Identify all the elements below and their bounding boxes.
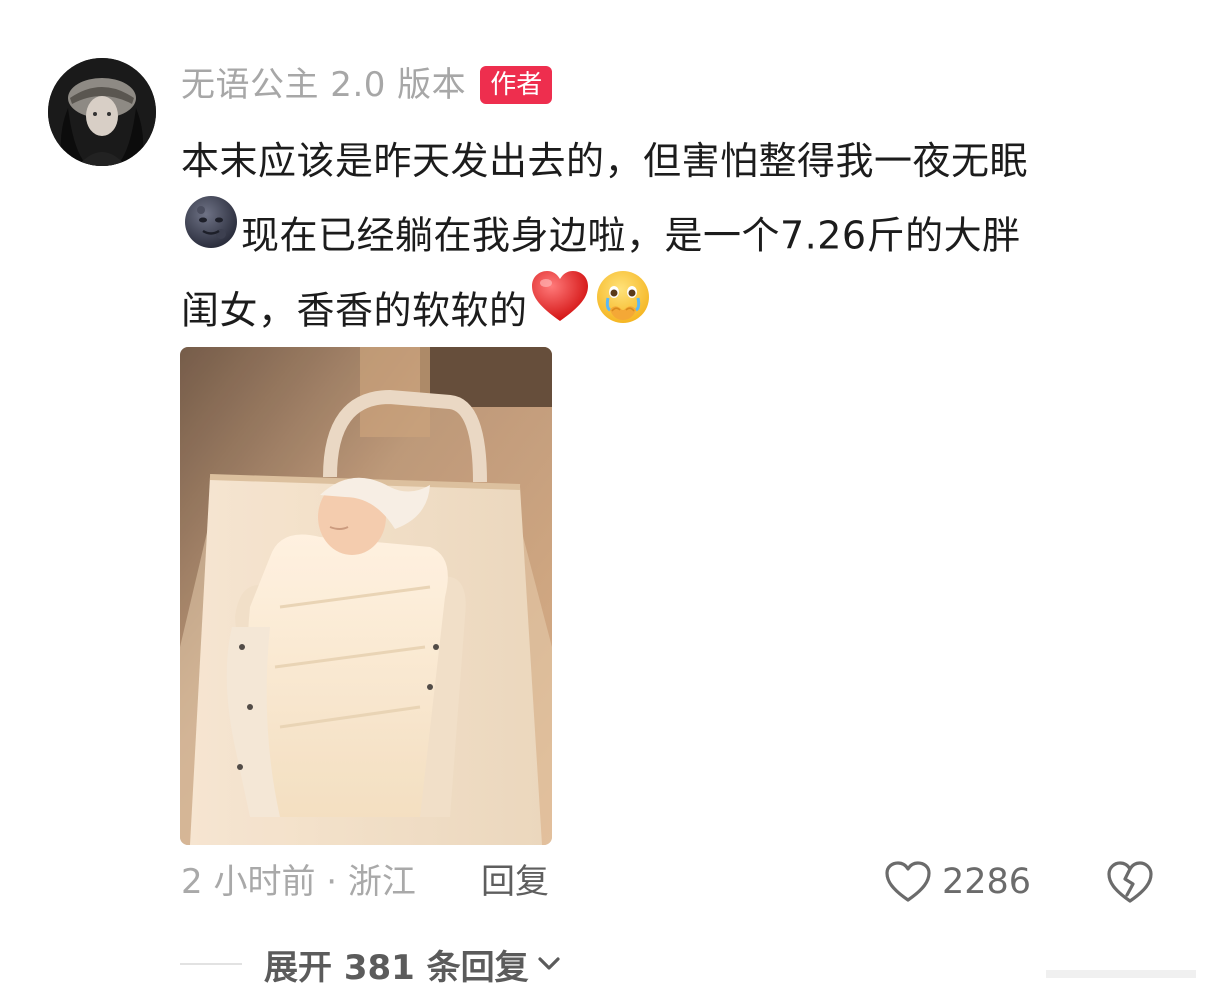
comment-text: 本末应该是昨天发出去的，但害怕整得我一夜无眠 现在已经躺在我身边啦，是一个7.2… (181, 124, 1171, 346)
author-badge: 作者 (480, 66, 553, 104)
expand-replies-row: 展开 381 条回复 (180, 940, 561, 989)
dislike-button[interactable] (1106, 859, 1154, 909)
like-count: 2286 (942, 862, 1032, 902)
red-heart-emoji (530, 269, 590, 349)
new-moon-face-emoji (183, 194, 239, 274)
comment-meta-row: 2 小时前 · 浙江 回复 2286 (181, 858, 1181, 906)
time-location: 2 小时前 · 浙江 (181, 862, 416, 902)
author-row: 无语公主 2.0 版本 作者 (181, 62, 553, 108)
expand-replies-button[interactable]: 展开 381 条回复 (264, 940, 561, 989)
author-avatar[interactable] (48, 58, 156, 166)
face-holding-back-tears-emoji (594, 268, 652, 350)
comment-line-2-wrapper: 现在已经躺在我身边啦，是一个7.26斤的大胖 (181, 196, 1171, 272)
comment-line-2: 现在已经躺在我身边啦，是一个7.26斤的大胖 (241, 213, 1021, 258)
newborn-baby-photo (180, 347, 552, 845)
comment-page: 无语公主 2.0 版本 作者 本末应该是昨天发出去的，但害怕整得我一夜无眠 现在… (0, 0, 1206, 998)
broken-heart-icon (1107, 861, 1153, 903)
watermark-mark (1046, 970, 1196, 978)
avatar-image (48, 58, 156, 166)
comment-line-3-wrapper: 闺女，香香的软软的 (181, 269, 1171, 349)
expand-divider (180, 963, 242, 965)
comment-line-3: 闺女，香香的软软的 (181, 288, 528, 333)
comment-photo[interactable] (180, 347, 552, 845)
like-button[interactable]: 2286 (884, 858, 1031, 906)
comment-line-1: 本末应该是昨天发出去的，但害怕整得我一夜无眠 (181, 139, 1029, 183)
chevron-down-icon (538, 957, 560, 970)
expand-replies-label: 展开 381 条回复 (264, 947, 529, 988)
heart-outline-icon (885, 861, 931, 902)
reply-button[interactable]: 回复 (481, 858, 549, 906)
author-name[interactable]: 无语公主 2.0 版本 (181, 62, 466, 108)
